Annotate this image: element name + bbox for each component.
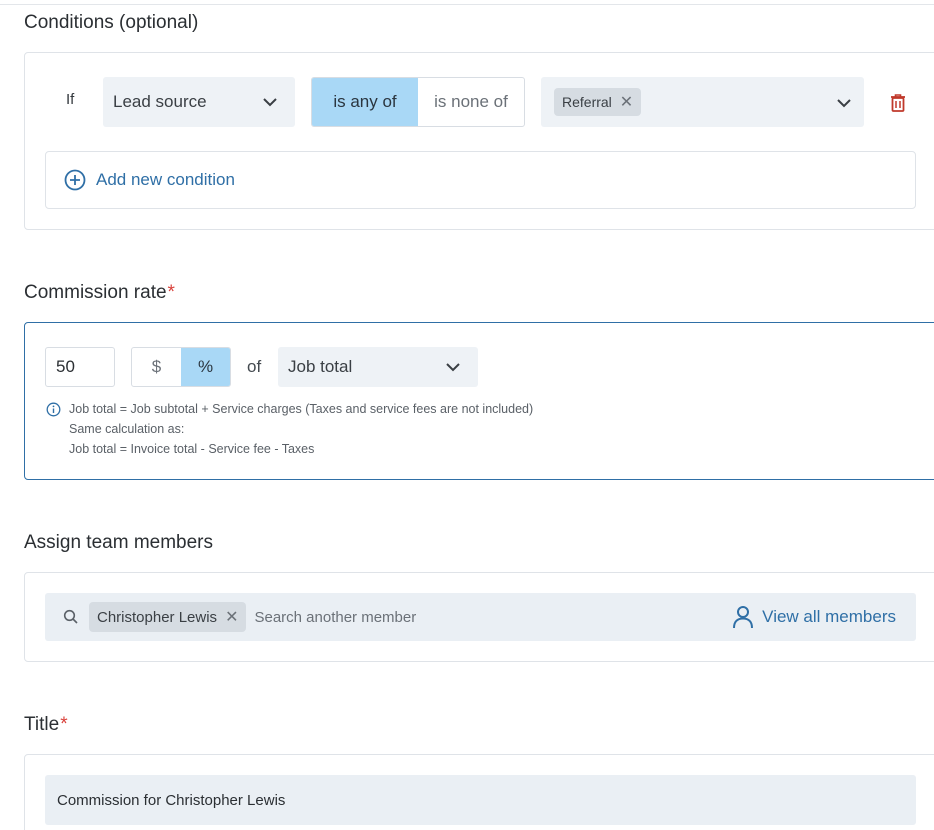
required-mark: * [60,714,68,735]
chevron-down-icon [446,363,460,372]
top-divider [0,4,934,5]
value-tag-label: Referral [562,94,612,110]
member-chip: Christopher Lewis ✕ [89,602,247,632]
of-label: of [247,357,262,376]
required-mark: * [167,282,175,303]
condition-field-select[interactable]: Lead source [103,77,295,127]
view-all-members-button[interactable]: View all members [732,605,896,629]
add-circle-icon [64,169,86,191]
add-condition-button[interactable]: Add new condition [45,151,916,209]
commission-rate-heading: Commission rate* [24,282,175,304]
title-heading: Title* [24,714,68,736]
title-label: Title [24,714,60,735]
rate-basis-select[interactable]: Job total [278,347,478,387]
if-label: If [66,91,75,108]
view-all-members-label: View all members [762,607,896,626]
value-tag-referral: Referral ✕ [554,88,642,116]
operator-is-any-of[interactable]: is any of [312,78,418,126]
remove-x-icon[interactable]: ✕ [225,607,238,627]
search-icon [63,609,78,624]
member-chip-label: Christopher Lewis [97,608,218,626]
rate-unit-toggle: $ % [131,347,231,387]
chevron-down-icon [263,98,277,107]
person-icon [733,606,754,629]
title-panel: Commission for Christopher Lewis [24,754,934,830]
info-text-line: Same calculation as: [69,422,185,436]
unit-dollar-option[interactable]: $ [132,348,181,386]
commission-rate-panel: 50 $ % of Job total Job total = Job subt… [24,322,934,480]
assign-team-heading: Assign team members [24,532,214,553]
operator-toggle: is any of is none of [311,77,525,127]
condition-field-value: Lead source [113,92,207,111]
info-text-line: Job total = Invoice total - Service fee … [69,442,315,456]
unit-percent-option[interactable]: % [181,348,230,386]
commission-rate-title: Commission rate [24,282,167,303]
conditions-panel: If Lead source is any of is none of Refe… [24,52,934,230]
info-icon [46,402,61,417]
member-search-bar: Christopher Lewis ✕ Search another membe… [45,593,916,641]
trash-icon[interactable] [889,93,907,113]
add-condition-label: Add new condition [96,170,235,189]
operator-is-none-of[interactable]: is none of [418,78,524,126]
title-input[interactable]: Commission for Christopher Lewis [45,775,916,825]
rate-basis-value: Job total [288,357,353,376]
info-text-line: Job total = Job subtotal + Service charg… [69,402,534,416]
remove-x-icon[interactable]: ✕ [620,92,633,112]
chevron-down-icon [837,99,851,108]
rate-value-input[interactable]: 50 [45,347,115,387]
team-panel: Christopher Lewis ✕ Search another membe… [24,572,934,662]
member-search-input[interactable]: Search another member [254,609,732,626]
conditions-heading: Conditions (optional) [24,12,199,33]
